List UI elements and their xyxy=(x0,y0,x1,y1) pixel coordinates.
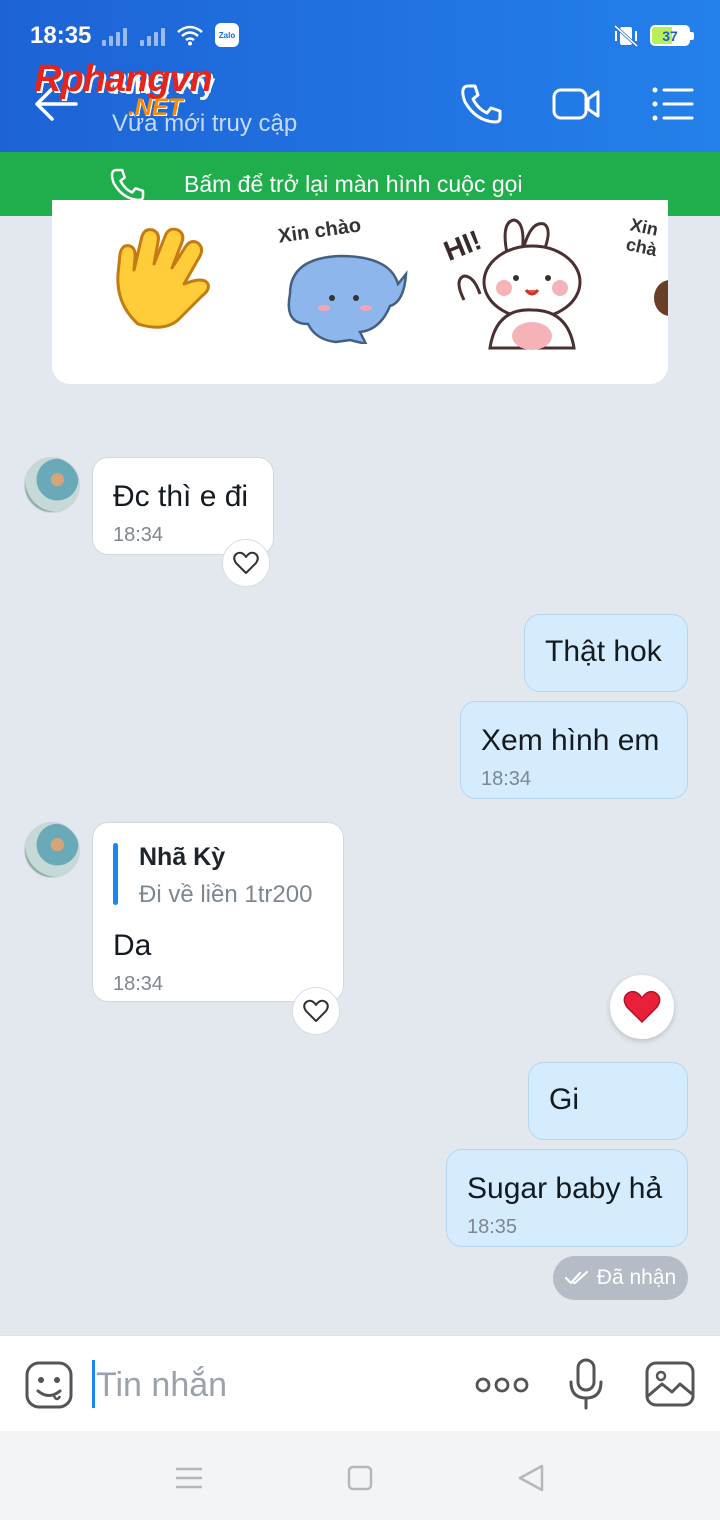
waving-hand-sticker[interactable] xyxy=(108,224,220,336)
message-text: Thật hok xyxy=(545,635,662,668)
message-input[interactable] xyxy=(96,1366,456,1405)
red-heart-icon xyxy=(623,990,661,1024)
recent-apps-icon[interactable] xyxy=(174,1463,204,1493)
message-text: Gi xyxy=(549,1083,579,1116)
sticker-suggestions: Xin chào HI! Xin chà xyxy=(52,200,668,384)
emoji-sticker-icon[interactable] xyxy=(24,1360,74,1410)
phone-icon xyxy=(110,168,145,202)
contact-avatar[interactable] xyxy=(24,457,80,513)
return-to-call-text: Bấm để trở lại màn hình cuộc gọi xyxy=(184,171,523,197)
voice-call-icon[interactable] xyxy=(458,82,506,126)
sticker-label: Xin chà xyxy=(626,214,660,261)
signal-icon xyxy=(102,24,127,46)
message-bubble[interactable]: Xem hình em 18:34 xyxy=(460,701,688,799)
system-nav-bar xyxy=(0,1431,720,1520)
watermark-logo: Rphangvn .NET xyxy=(34,58,264,126)
hi-bunny-sticker[interactable]: HI! xyxy=(439,214,594,364)
status-time: 18:35 xyxy=(30,22,92,49)
signal-icon-2 xyxy=(140,24,165,46)
message-text: Xem hình em xyxy=(481,724,660,757)
heart-outline-icon xyxy=(303,999,329,1022)
contact-avatar[interactable] xyxy=(24,822,80,878)
message-bubble[interactable]: Nhã Kỳ Đi về liền 1tr200 Da 18:34 xyxy=(92,822,344,1002)
watermark-text: Rphangvn xyxy=(34,58,213,100)
quoted-text: Đi về liền 1tr200 xyxy=(139,881,313,908)
message-input-bar xyxy=(0,1335,720,1431)
message-time: 18:34 xyxy=(113,973,164,995)
microphone-icon[interactable] xyxy=(568,1358,604,1410)
battery-icon: 37 xyxy=(650,25,694,46)
menu-list-icon[interactable] xyxy=(650,82,698,126)
status-bar: 18:35 Zalo 37 xyxy=(0,0,720,56)
message-text: Đc thì e đi xyxy=(113,480,249,513)
watermark-suffix: .NET xyxy=(128,94,183,121)
heart-outline-icon xyxy=(233,551,259,574)
image-gallery-icon[interactable] xyxy=(644,1360,696,1408)
message-time: 18:34 xyxy=(113,524,164,546)
react-button[interactable] xyxy=(222,539,270,587)
message-bubble[interactable]: Gi xyxy=(528,1062,688,1140)
heart-reaction[interactable] xyxy=(610,975,674,1039)
zalo-notification-icon: Zalo xyxy=(215,23,239,47)
wifi-icon xyxy=(177,25,203,46)
home-icon[interactable] xyxy=(345,1463,375,1493)
more-options-icon[interactable] xyxy=(474,1376,530,1394)
message-time: 18:34 xyxy=(481,768,532,790)
back-nav-icon[interactable] xyxy=(516,1463,546,1493)
text-cursor xyxy=(92,1360,95,1408)
message-time: 18:35 xyxy=(467,1216,518,1238)
video-call-icon[interactable] xyxy=(552,82,600,126)
quoted-sender: Nhã Kỳ xyxy=(139,843,226,871)
message-bubble[interactable]: Thật hok xyxy=(524,614,688,692)
delivery-status-badge: Đã nhận xyxy=(553,1256,688,1300)
chat-header: Nhã Kỳ Vừa mới truy cập Rphangvn .NET xyxy=(0,56,720,152)
message-text: Sugar baby hả xyxy=(467,1172,663,1205)
message-text: Da xyxy=(113,929,152,962)
vibrate-mute-icon xyxy=(613,24,639,48)
double-check-icon xyxy=(564,1270,588,1285)
partial-sticker[interactable]: Xin chà xyxy=(626,214,668,364)
delivery-status-text: Đã nhận xyxy=(596,1266,677,1289)
message-bubble[interactable]: Sugar baby hả 18:35 xyxy=(446,1149,688,1247)
react-button[interactable] xyxy=(292,987,340,1035)
xin-chao-cat-sticker[interactable]: Xin chào xyxy=(272,214,412,364)
quote-bar xyxy=(113,843,118,905)
